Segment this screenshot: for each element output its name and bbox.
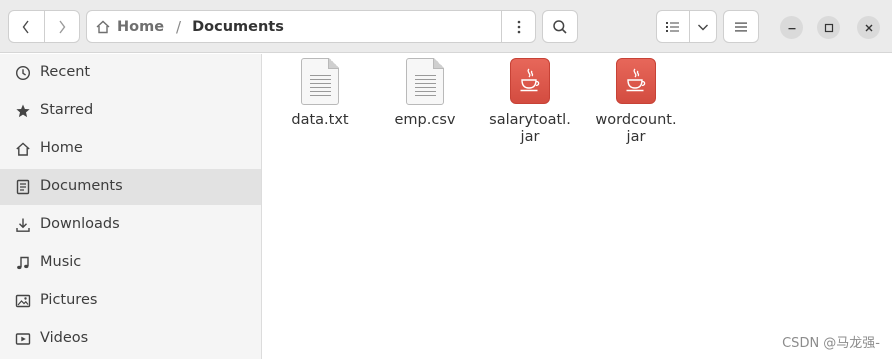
hamburger-icon xyxy=(735,22,747,31)
sidebar-item-label: Videos xyxy=(40,330,89,346)
maximize-button[interactable] xyxy=(817,16,840,39)
watermark: CSDN @马龙强- xyxy=(782,336,880,351)
file-item-emp-csv[interactable]: emp.csv xyxy=(375,58,475,129)
header-bar: Home / Documents xyxy=(0,0,892,53)
sidebar-item-pictures[interactable]: Pictures xyxy=(0,283,261,319)
path-bar: Home / Documents xyxy=(86,10,536,43)
file-name: data.txt xyxy=(291,112,349,128)
breadcrumb-separator: / xyxy=(176,17,182,36)
file-name: wordcount. jar xyxy=(595,112,677,145)
maximize-icon xyxy=(824,23,833,32)
sidebar-item-documents[interactable]: Documents xyxy=(0,169,261,205)
view-options-dropdown[interactable] xyxy=(688,11,716,42)
navigation-buttons xyxy=(8,10,80,43)
sidebar-item-label: Documents xyxy=(40,178,123,194)
java-archive-icon xyxy=(612,58,660,106)
music-note-icon xyxy=(15,255,31,271)
minimize-icon xyxy=(788,27,795,29)
breadcrumb: Home / Documents xyxy=(87,11,501,42)
sidebar-item-label: Home xyxy=(40,140,83,156)
forward-button[interactable] xyxy=(43,11,79,42)
file-name: emp.csv xyxy=(394,112,456,128)
file-view: data.txt emp.csv salarytoatl. jar wordco… xyxy=(263,54,892,359)
chevron-left-icon xyxy=(23,20,30,33)
close-icon xyxy=(865,24,872,31)
sidebar-item-videos[interactable]: Videos xyxy=(0,321,261,357)
file-name: salarytoatl. jar xyxy=(489,112,571,145)
file-item-salarytoatl-jar[interactable]: salarytoatl. jar xyxy=(480,58,580,146)
sidebar-item-label: Music xyxy=(40,254,82,270)
image-icon xyxy=(15,293,31,309)
sidebar-item-downloads[interactable]: Downloads xyxy=(0,207,261,243)
back-button[interactable] xyxy=(9,11,44,42)
sidebar-item-label: Downloads xyxy=(40,216,120,232)
download-icon xyxy=(15,217,31,233)
search-button[interactable] xyxy=(542,10,578,43)
view-switcher xyxy=(656,10,717,43)
java-archive-icon xyxy=(506,58,554,106)
sidebar-item-label: Starred xyxy=(40,102,94,118)
close-button[interactable] xyxy=(857,16,880,39)
breadcrumb-home-label: Home xyxy=(117,18,165,35)
minimize-button[interactable] xyxy=(780,16,803,39)
home-icon xyxy=(15,141,31,157)
list-view-button[interactable] xyxy=(657,11,689,42)
video-icon xyxy=(15,331,31,347)
sidebar-item-starred[interactable]: Starred xyxy=(0,93,261,129)
document-icon xyxy=(15,179,31,195)
sidebar-item-label: Pictures xyxy=(40,292,98,308)
clock-icon xyxy=(15,65,31,81)
home-icon xyxy=(96,20,110,33)
breadcrumb-current[interactable]: Documents xyxy=(192,19,284,35)
text-file-icon xyxy=(401,58,449,106)
main-menu-button[interactable] xyxy=(723,10,759,43)
sidebar-item-home[interactable]: Home xyxy=(0,131,261,167)
sidebar-item-music[interactable]: Music xyxy=(0,245,261,281)
sidebar-item-recent[interactable]: Recent xyxy=(0,55,261,91)
search-icon xyxy=(553,19,567,34)
path-menu-button[interactable] xyxy=(501,11,535,42)
sidebar-item-label: Recent xyxy=(40,64,91,80)
sidebar: Recent Starred Home Documents Downloads … xyxy=(0,54,262,359)
text-file-icon xyxy=(296,58,344,106)
breadcrumb-home[interactable]: Home xyxy=(95,19,164,35)
vertical-dots-icon xyxy=(517,20,520,33)
file-item-wordcount-jar[interactable]: wordcount. jar xyxy=(586,58,686,146)
chevron-right-icon xyxy=(59,20,66,33)
star-icon xyxy=(15,103,31,119)
file-item-data-txt[interactable]: data.txt xyxy=(270,58,370,129)
chevron-down-icon xyxy=(697,24,708,30)
list-view-icon xyxy=(665,21,679,32)
